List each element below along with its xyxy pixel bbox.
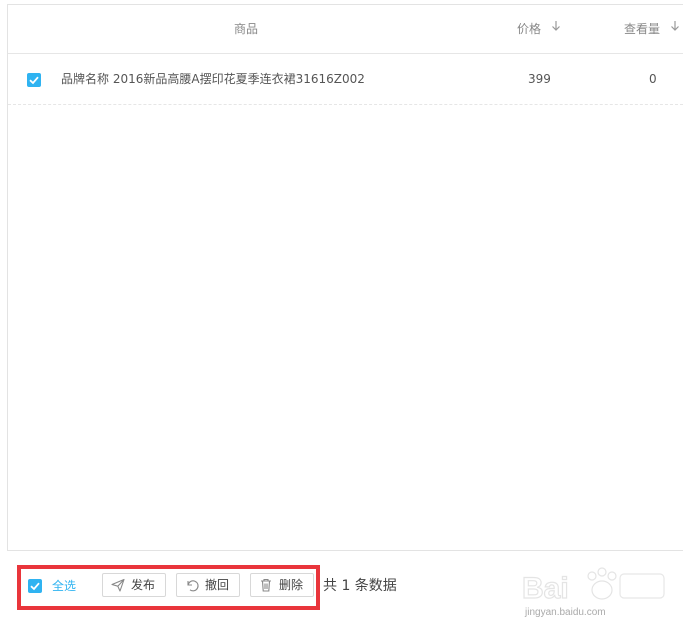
row-checkbox[interactable] [27, 73, 41, 87]
check-icon [29, 76, 39, 85]
sort-down-icon[interactable] [670, 4, 680, 53]
delete-button-label: 删除 [279, 578, 304, 592]
delete-button[interactable]: 删除 [250, 573, 314, 597]
undo-icon [184, 577, 200, 593]
product-price: 399 [528, 72, 551, 86]
column-header-views[interactable]: 查看量 [624, 5, 680, 54]
svg-text:Bai: Bai [522, 572, 569, 605]
check-icon [30, 582, 40, 591]
table-header: 商品 价格 查看量 [8, 5, 683, 54]
trash-icon [258, 577, 274, 593]
column-header-views-label: 查看量 [624, 22, 661, 36]
select-all-checkbox[interactable] [28, 579, 42, 593]
revoke-button-label: 撤回 [205, 578, 230, 592]
total-count: 共 1 条数据 [323, 578, 397, 594]
column-header-product-label: 商品 [234, 22, 259, 36]
table-panel: 商品 价格 查看量 品牌名称 2016新品高腰A摆印花夏季连衣裙31616Z00… [7, 4, 683, 551]
select-all-label[interactable]: 全选 [52, 576, 76, 596]
column-header-price-label: 价格 [517, 22, 542, 36]
watermark-text: jingyan.baidu.com [525, 607, 606, 618]
product-views: 0 [649, 72, 657, 86]
send-icon [110, 577, 126, 593]
column-header-price[interactable]: 价格 [517, 5, 561, 54]
publish-button[interactable]: 发布 [102, 573, 166, 597]
revoke-button[interactable]: 撤回 [176, 573, 240, 597]
table-row[interactable]: 品牌名称 2016新品高腰A摆印花夏季连衣裙31616Z002 399 0 [8, 54, 683, 105]
publish-button-label: 发布 [131, 578, 156, 592]
product-name: 品牌名称 2016新品高腰A摆印花夏季连衣裙31616Z002 [61, 72, 365, 86]
sort-down-icon[interactable] [551, 4, 561, 53]
column-header-product: 商品 [234, 5, 258, 54]
